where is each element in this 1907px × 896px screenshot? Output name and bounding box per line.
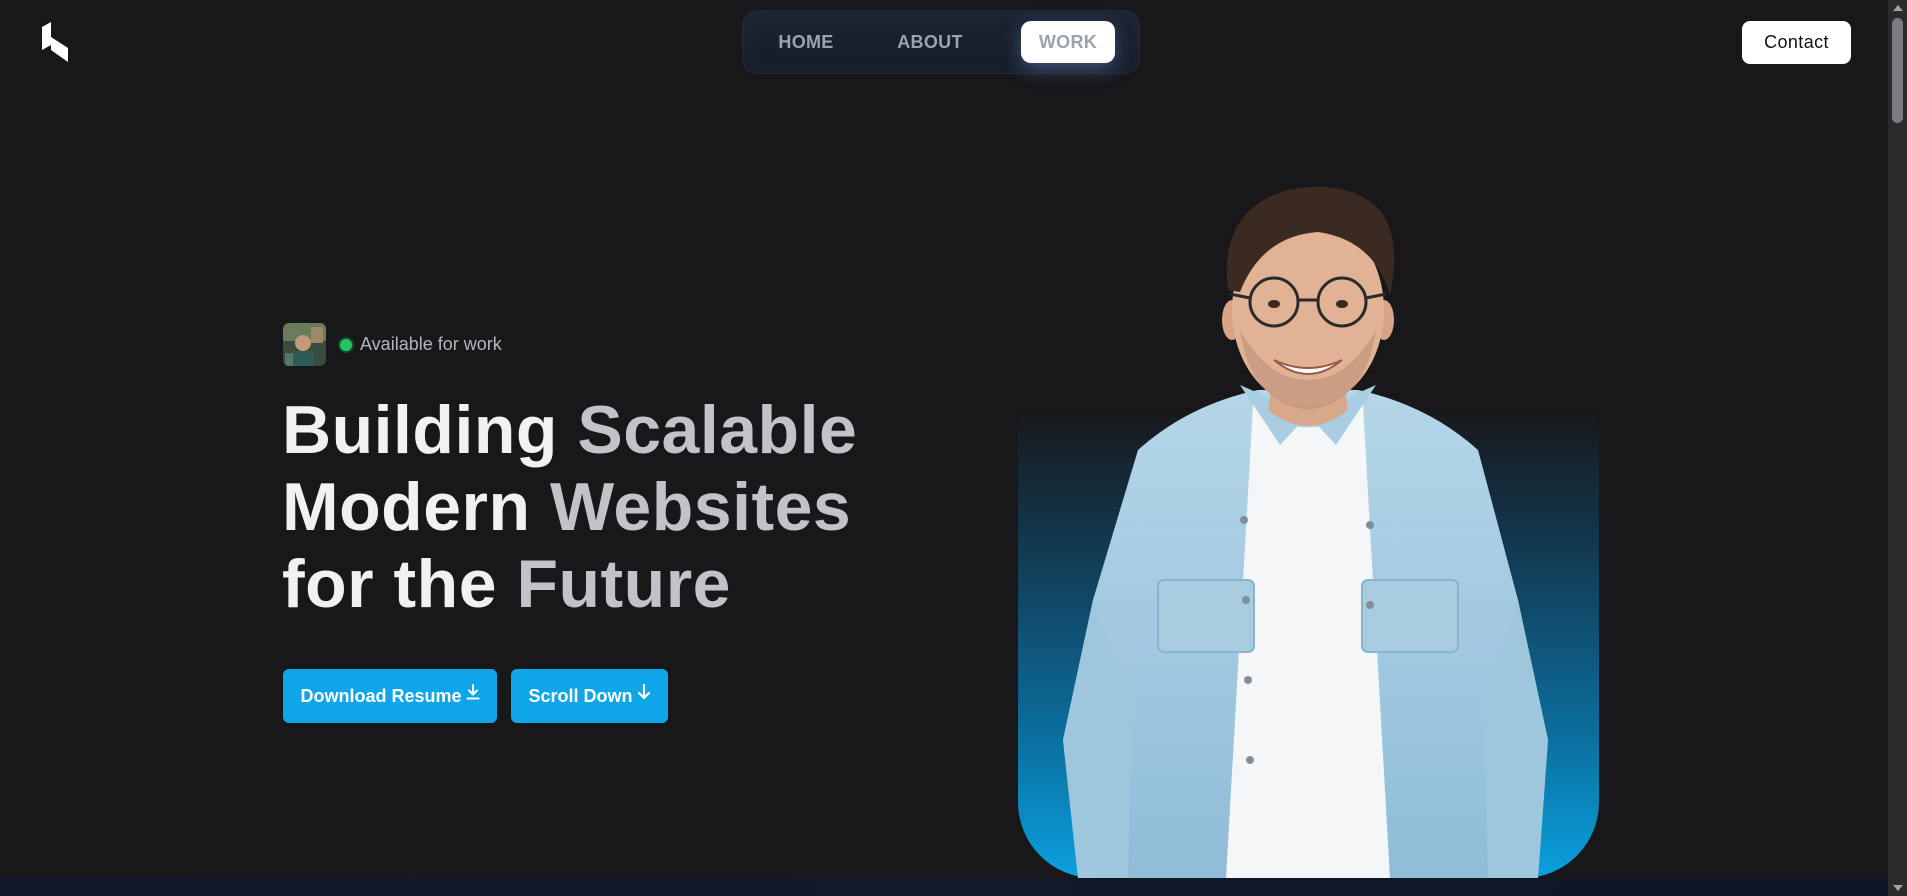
profile-portrait: [1063, 186, 1548, 878]
download-resume-button[interactable]: Download Resume: [283, 669, 497, 723]
arrow-down-icon: [637, 684, 650, 700]
scroll-down-button[interactable]: Scroll Down: [511, 669, 668, 723]
availability-status: Available for work: [283, 323, 502, 366]
nav-about[interactable]: ABOUT: [885, 21, 975, 63]
status-dot: [340, 338, 352, 351]
scroll-down-arrow-icon[interactable]: [1893, 885, 1903, 891]
contact-button[interactable]: Contact: [1742, 21, 1851, 64]
scroll-down-label: Scroll Down: [528, 685, 633, 706]
headline-line-2: Modern Websites: [282, 469, 852, 545]
scroll-up-arrow-icon[interactable]: [1893, 5, 1903, 11]
hero-headline: Building Scalable Modern Websites for th…: [282, 392, 857, 623]
k-logo-icon[interactable]: [42, 22, 68, 62]
avatar: [283, 323, 326, 366]
scrollbar[interactable]: [1888, 0, 1907, 896]
page: HOME ABOUT WORK Contact Available for wo…: [0, 0, 1907, 896]
status-text: Available for work: [360, 334, 502, 354]
next-section-edge: [0, 878, 1888, 896]
nav-home[interactable]: HOME: [769, 21, 843, 63]
download-icon: [466, 684, 480, 700]
scroll-thumb[interactable]: [1892, 18, 1903, 123]
headline-line-3: for the Future: [282, 546, 731, 622]
main-nav: HOME ABOUT WORK: [742, 10, 1140, 74]
download-resume-label: Download Resume: [300, 685, 462, 706]
nav-work-active[interactable]: WORK: [1021, 21, 1115, 63]
headline-line-1: Building Scalable: [282, 392, 858, 468]
